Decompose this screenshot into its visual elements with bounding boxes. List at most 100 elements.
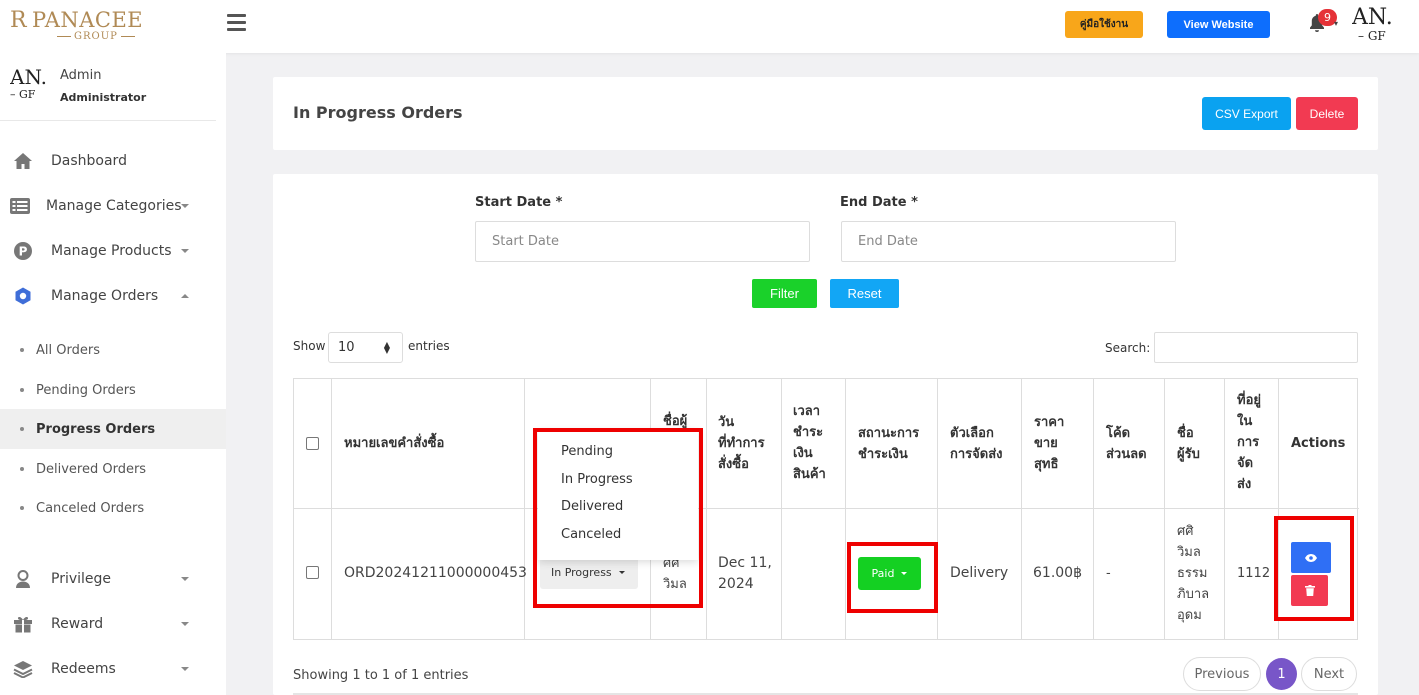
notification-caret-icon[interactable]: ▾ [1334,19,1338,28]
user-guide-button[interactable]: คู่มือใช้งาน [1065,11,1143,38]
filter-button[interactable]: Filter [752,279,817,308]
sidebar-item-manage-products[interactable]: P Manage Products [0,231,226,271]
show-label: Show [293,339,326,353]
menu-toggle-icon[interactable] [227,14,246,32]
sidebar-item-label: Dashboard [51,153,127,169]
sidebar-item-manage-orders[interactable]: Manage Orders [0,276,226,316]
orders-card: Start Date * Start Date End Date * End D… [273,174,1378,695]
view-website-button[interactable]: View Website [1167,11,1270,38]
sidebar-subitem-label: All Orders [36,342,100,358]
sidebar-item-reward[interactable]: Reward [0,604,226,644]
user-name: Admin [60,68,102,83]
header-payment-time[interactable]: เวลา ชำระ เงิน สินค้า [793,401,826,485]
table-cell: 1112 [1225,509,1279,640]
logo-mark: R [10,8,27,33]
search-label: Search: [1105,341,1151,355]
sidebar-subitem-progress-orders[interactable]: Progress Orders [0,409,226,449]
entries-label: entries [408,339,450,353]
highlight-payment-box [847,542,938,613]
sidebar-item-redeems[interactable]: Redeems [0,649,226,689]
gift-icon [13,614,33,634]
table-header-cell: โค้ด ส่วนลด [1094,379,1165,509]
sidebar: AN. – GF Admin Administrator Dashboard M… [0,53,226,695]
sidebar-subitem-pending-orders[interactable]: Pending Orders [0,370,226,410]
avatar-subtext: – GF [10,88,36,101]
table-header-cell [294,379,332,509]
avatar-text: AN. [10,65,48,89]
header-avatar[interactable]: AN. – GF [1352,6,1418,46]
table-header-cell: ชื่อ ผู้รับ [1165,379,1225,509]
chevron-down-icon [181,622,189,626]
header-net-price[interactable]: ราคา ขาย สุทธิ [1034,412,1064,475]
brand-logo[interactable]: R PANACEE GROUP [10,6,144,44]
table-cell [782,509,846,640]
end-date-input[interactable]: End Date [841,221,1176,262]
page-header-card: In Progress Orders CSV Export Delete [273,77,1378,150]
next-page-button[interactable]: Next [1301,657,1357,691]
sidebar-subitem-all-orders[interactable]: All Orders [0,330,226,370]
end-date-label: End Date * [840,195,918,210]
net-price: 61.00฿ [1033,565,1082,581]
reset-button[interactable]: Reset [830,279,899,308]
sidebar-item-label: Manage Products [51,243,172,259]
search-input[interactable] [1154,332,1358,363]
page-1-button[interactable]: 1 [1266,658,1297,690]
sidebar-item-privilege[interactable]: Privilege [0,559,226,599]
sidebar-subitem-label: Canceled Orders [36,500,145,516]
header-order-date[interactable]: วัน ที่ทำการ สั่งซื้อ [718,412,765,475]
table-cell: ศศิ วิมล ธรรม ภิบาล อุดม [1165,509,1225,640]
start-date-input[interactable]: Start Date [475,221,810,262]
header-discount-code[interactable]: โค้ด ส่วนลด [1106,423,1147,465]
table-cell: 61.00฿ [1022,509,1094,640]
sidebar-item-label: Manage Orders [51,288,159,304]
shipping-address: 1112 [1237,566,1271,581]
sidebar-subitem-delivered-orders[interactable]: Delivered Orders [0,449,226,489]
sidebar-subitem-label: Pending Orders [36,382,136,398]
chevron-down-icon [181,667,189,671]
sidebar-subitem-canceled-orders[interactable]: Canceled Orders [0,488,226,528]
select-all-checkbox[interactable] [306,437,319,450]
header-actions: Actions [1291,436,1346,451]
bullet-icon [20,388,24,392]
user-role: Administrator [60,91,147,104]
previous-page-button[interactable]: Previous [1183,657,1261,691]
orders-icon [13,286,33,306]
logo-group: GROUP [54,31,138,42]
user-icon [13,569,33,589]
table-info: Showing 1 to 1 of 1 entries [293,668,469,683]
table-header-cell: วัน ที่ทำการ สั่งซื้อ [707,379,782,509]
user-panel: AN. – GF Admin Administrator [10,65,220,115]
highlight-actions-box [1274,516,1354,621]
chevron-up-icon [181,294,189,298]
header-avatar-subtext: – GF [1358,29,1386,43]
header-order-number[interactable]: หมายเลขคำสั่งซื้อ [344,433,444,454]
csv-export-button[interactable]: CSV Export [1202,97,1291,130]
table-header-cell: เวลา ชำระ เงิน สินค้า [782,379,846,509]
header-avatar-text: AN. [1352,6,1393,30]
orders-table: หมายเลขคำสั่งซื้อ ชื่อผู้ วัน ที่ทำการ ส… [293,378,1359,640]
chevron-down-icon [181,249,189,253]
header-recipient[interactable]: ชื่อ ผู้รับ [1177,423,1200,465]
entries-select[interactable]: 10 ▲ ▼ [328,332,403,363]
sidebar-subitem-label: Progress Orders [36,421,156,437]
delete-button[interactable]: Delete [1296,97,1358,130]
table-header-cell: หมายเลขคำสั่งซื้อ [332,379,525,509]
order-number: ORD20241211000000453 [344,565,527,581]
row-checkbox[interactable] [306,566,319,579]
chevron-down-icon [181,204,189,208]
table-header-cell: ที่อยู่ ใน การ จัด ส่ง [1225,379,1279,509]
entries-value: 10 [338,340,355,355]
svg-text:P: P [19,245,28,259]
home-icon [13,151,33,171]
layers-icon [13,659,33,679]
sidebar-item-dashboard[interactable]: Dashboard [0,141,226,181]
start-date-label: Start Date * [475,195,563,210]
header-shipping-address[interactable]: ที่อยู่ ใน การ จัด ส่ง [1237,390,1261,495]
sidebar-item-label: Manage Categories [46,198,182,214]
sidebar-item-manage-categories[interactable]: Manage Categories [0,186,226,226]
p-circle-icon: P [13,241,33,261]
header-payment-status[interactable]: สถานะการ ชำระเงิน [858,423,919,465]
logo-name: PANACEE [32,8,144,32]
header-shipping-option[interactable]: ตัวเลือก การจัดส่ง [950,423,1003,465]
select-arrows-icon: ▲ ▼ [383,340,390,355]
